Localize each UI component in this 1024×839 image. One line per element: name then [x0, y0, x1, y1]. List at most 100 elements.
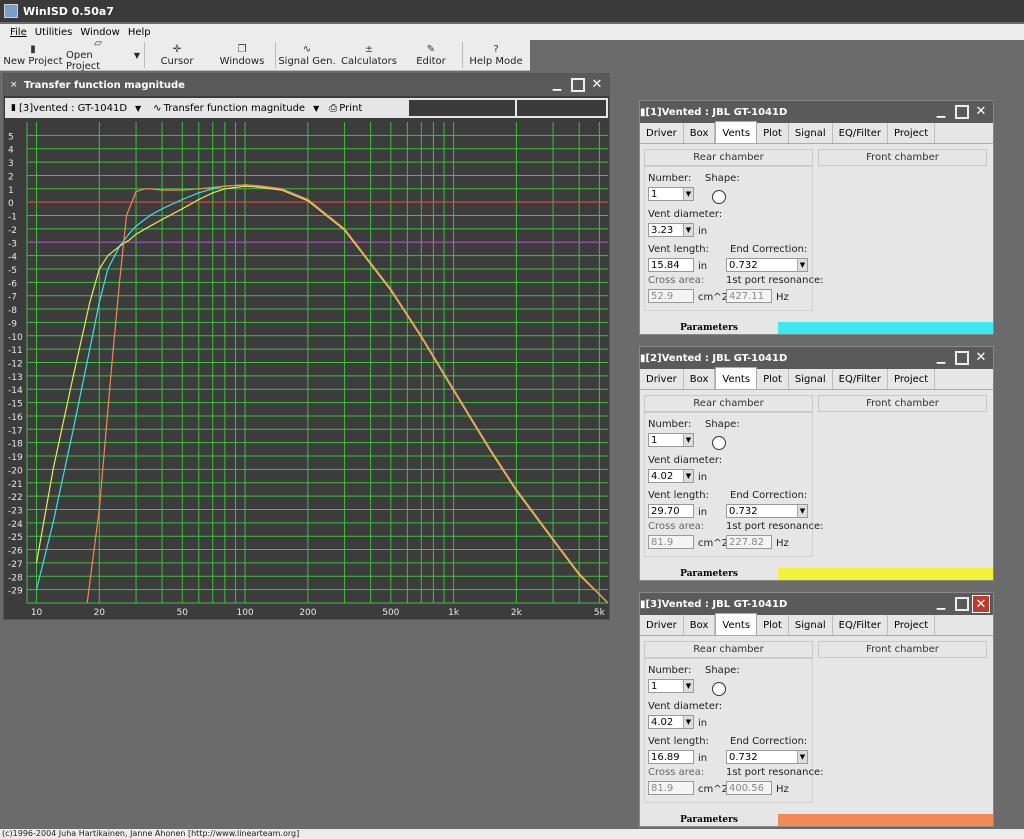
tab-signal[interactable]: Signal: [789, 615, 833, 635]
maximize-button[interactable]: [955, 597, 969, 611]
editor-label: Editor: [416, 55, 446, 67]
rear-chamber-button[interactable]: Rear chamber: [644, 641, 813, 658]
front-chamber-button[interactable]: Front chamber: [818, 395, 987, 412]
series-color-swatch[interactable]: [778, 568, 993, 580]
cross-area-label: Cross area:: [648, 767, 705, 778]
chevron-down-icon: ▼: [683, 716, 693, 728]
tab-plot[interactable]: Plot: [757, 369, 789, 389]
vent-number-select[interactable]: 1 ▼: [648, 679, 694, 693]
cursor-button[interactable]: ✛ Cursor: [145, 40, 209, 70]
minimize-button[interactable]: ▁: [932, 103, 950, 121]
length-unit: in: [698, 753, 708, 764]
vent-length-input[interactable]: 29.70: [648, 504, 694, 518]
tab-project[interactable]: Project: [888, 123, 936, 143]
editor-icon: ✎: [426, 43, 436, 55]
print-button[interactable]: ⎙ Print: [329, 103, 362, 114]
tab-signal[interactable]: Signal: [789, 123, 833, 143]
rear-chamber-button[interactable]: Rear chamber: [644, 149, 813, 166]
tab-project[interactable]: Project: [888, 369, 936, 389]
y-tick-label: -28: [8, 573, 23, 583]
signal-gen-button[interactable]: ∿ Signal Gen.: [276, 40, 338, 70]
maximize-button[interactable]: [955, 105, 969, 119]
maximize-button[interactable]: [571, 78, 585, 92]
param-window-title-bar[interactable]: ▮ [1]Vented : JBL GT-1041D ▁ ✕: [640, 101, 993, 123]
calculators-button[interactable]: ± Calculators: [338, 40, 400, 70]
y-tick-label: -24: [8, 520, 23, 530]
rear-chamber-button[interactable]: Rear chamber: [644, 395, 813, 412]
menu-help[interactable]: Help: [128, 27, 151, 38]
editor-button[interactable]: ✎ Editor: [400, 40, 462, 70]
vent-length-input[interactable]: 16.89: [648, 750, 694, 764]
port-resonance-label: 1st port resonance:: [726, 767, 824, 778]
tab-eqfilter[interactable]: EQ/Filter: [833, 615, 888, 635]
project-selector[interactable]: ▮ [3]vented : GT-1041D ▼: [11, 103, 141, 114]
vent-diameter-select[interactable]: 3.23 ▼: [648, 223, 694, 237]
tab-project[interactable]: Project: [888, 615, 936, 635]
vent-diameter-select[interactable]: 4.02 ▼: [648, 715, 694, 729]
open-project-dropdown[interactable]: ▼: [130, 40, 144, 70]
param-window-title-bar[interactable]: ▮ [3]Vented : JBL GT-1041D ▁ ✕: [640, 593, 993, 615]
minimize-button[interactable]: ▁: [548, 76, 566, 94]
y-tick-label: -11: [8, 346, 23, 356]
graph-type-selector[interactable]: ∿ Transfer function magnitude ▼: [153, 103, 319, 114]
y-tick-label: 4: [8, 146, 14, 156]
y-tick-label: -14: [8, 386, 23, 396]
tab-vents[interactable]: Vents: [715, 121, 758, 143]
tab-driver[interactable]: Driver: [640, 615, 684, 635]
port-resonance-value: 400.56: [726, 781, 772, 795]
tab-vents[interactable]: Vents: [715, 367, 758, 389]
tab-box[interactable]: Box: [684, 123, 716, 143]
open-project-button[interactable]: ▱ Open Project: [66, 38, 130, 72]
end-correction-select[interactable]: 0.732 ▼: [726, 258, 808, 272]
series-color-swatch[interactable]: [778, 814, 993, 826]
minimize-button[interactable]: ▁: [932, 595, 950, 613]
end-correction-select[interactable]: 0.732 ▼: [726, 750, 808, 764]
tab-box[interactable]: Box: [684, 369, 716, 389]
round-shape-icon[interactable]: [712, 682, 726, 696]
pin-icon: ×: [10, 80, 18, 90]
resonance-unit: Hz: [776, 292, 789, 303]
close-button[interactable]: ✕: [972, 595, 990, 613]
tab-driver[interactable]: Driver: [640, 369, 684, 389]
series-color-swatch[interactable]: [778, 322, 993, 334]
param-tabs: Driver Box Vents Plot Signal EQ/Filter Project: [640, 121, 993, 144]
vent-number-select[interactable]: 1 ▼: [648, 433, 694, 447]
front-chamber-button[interactable]: Front chamber: [818, 149, 987, 166]
plot-area[interactable]: 5 4 3 2 1 0 -1 -2 -3 -4 -5 -6 -7 -8 -9 -10 -11 -12 -13 -14-…: [5, 119, 608, 618]
tab-eqfilter[interactable]: EQ/Filter: [833, 369, 888, 389]
vent-number-value: 1: [651, 189, 658, 200]
tab-vents[interactable]: Vents: [715, 613, 758, 635]
vent-diameter-select[interactable]: 4.02 ▼: [648, 469, 694, 483]
end-correction-select[interactable]: 0.732 ▼: [726, 504, 808, 518]
close-button[interactable]: ✕: [588, 76, 606, 94]
close-button[interactable]: ✕: [972, 349, 990, 367]
new-project-icon: ▮: [30, 43, 36, 55]
help-mode-button[interactable]: ? Help Mode: [463, 40, 529, 70]
menu-utilities[interactable]: Utilities: [35, 27, 73, 38]
tab-eqfilter[interactable]: EQ/Filter: [833, 123, 888, 143]
param-window-title-bar[interactable]: ▮ [2]Vented : JBL GT-1041D ▁ ✕: [640, 347, 993, 369]
open-project-label: Open Project: [66, 50, 101, 72]
round-shape-icon[interactable]: [712, 190, 726, 204]
tab-plot[interactable]: Plot: [757, 615, 789, 635]
menu-file[interactable]: File: [10, 27, 27, 38]
tab-box[interactable]: Box: [684, 615, 716, 635]
vent-number-select[interactable]: 1 ▼: [648, 187, 694, 201]
windows-button[interactable]: ❐ Windows: [209, 40, 275, 70]
tab-plot[interactable]: Plot: [757, 123, 789, 143]
close-button[interactable]: ✕: [972, 103, 990, 121]
menu-window[interactable]: Window: [80, 27, 119, 38]
y-tick-label: -23: [8, 506, 23, 516]
app-title: WinISD 0.50a7: [23, 4, 114, 18]
tab-driver[interactable]: Driver: [640, 123, 684, 143]
tab-signal[interactable]: Signal: [789, 369, 833, 389]
port-resonance-value: 427.11: [726, 289, 772, 303]
front-chamber-button[interactable]: Front chamber: [818, 641, 987, 658]
maximize-button[interactable]: [955, 351, 969, 365]
vent-length-input[interactable]: 15.84: [648, 258, 694, 272]
new-project-button[interactable]: ▮ New Project: [0, 40, 66, 70]
round-shape-icon[interactable]: [712, 436, 726, 450]
graph-window-title-bar[interactable]: × Transfer function magnitude ▁ ✕: [4, 74, 609, 96]
y-tick-label: -19: [8, 453, 23, 463]
minimize-button[interactable]: ▁: [932, 349, 950, 367]
